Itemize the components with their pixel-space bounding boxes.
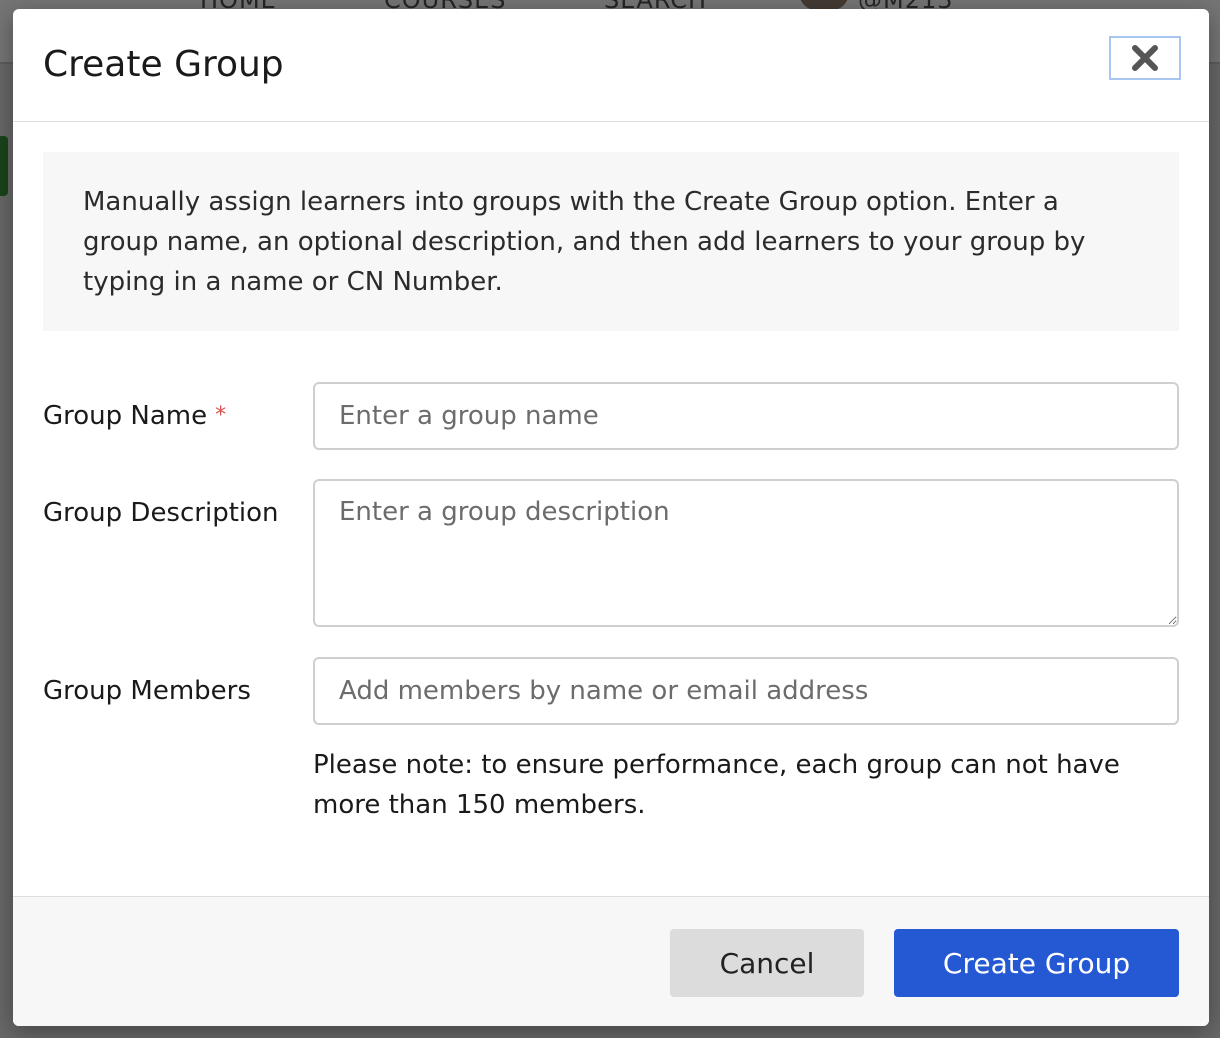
info-box: Manually assign learners into groups wit… (43, 152, 1179, 331)
group-members-input[interactable] (313, 657, 1179, 725)
group-name-label: Group Name * (43, 400, 226, 432)
create-group-button[interactable]: Create Group (894, 929, 1179, 997)
group-name-input[interactable] (313, 382, 1179, 450)
modal-footer: Cancel Create Group (13, 896, 1209, 1026)
close-icon (1132, 45, 1158, 71)
required-marker: * (215, 403, 227, 428)
info-text: Manually assign learners into groups wit… (83, 187, 1086, 297)
group-members-label: Group Members (43, 676, 251, 706)
group-description-textarea[interactable] (313, 479, 1179, 627)
group-name-label-text: Group Name (43, 401, 208, 431)
create-group-dialog: Create Group Manually assign learners in… (13, 9, 1209, 1026)
close-button[interactable] (1109, 36, 1181, 80)
modal-title: Create Group (43, 44, 284, 85)
modal-header: Create Group (13, 9, 1209, 122)
members-limit-note: Please note: to ensure performance, each… (313, 750, 1120, 820)
cancel-button[interactable]: Cancel (670, 929, 864, 997)
group-description-label: Group Description (43, 498, 279, 528)
